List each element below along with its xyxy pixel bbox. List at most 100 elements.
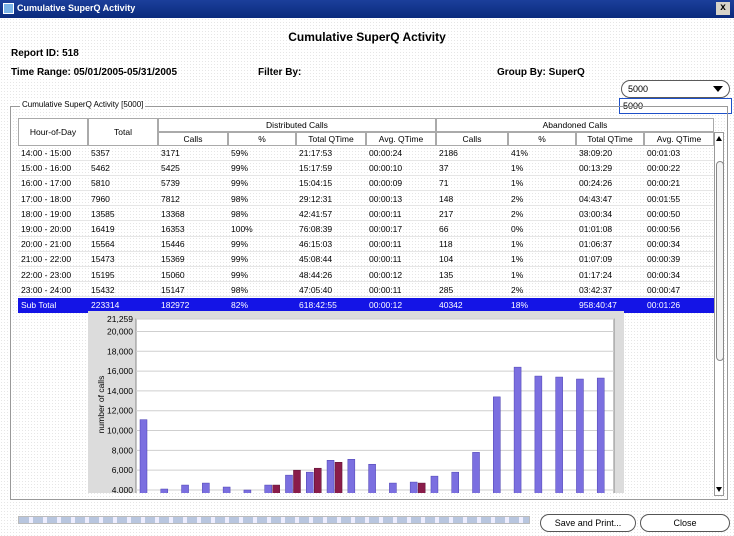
cell-dist-calls: 15369 bbox=[161, 254, 185, 265]
header-ab-pct[interactable]: % bbox=[508, 132, 576, 146]
cell-dist-calls: 3171 bbox=[161, 148, 180, 158]
cell-ab-avg-qtime: 00:01:03 bbox=[647, 148, 681, 158]
app-icon bbox=[3, 3, 14, 14]
bar-series-1 bbox=[513, 366, 522, 493]
title-bar[interactable]: Cumulative SuperQ Activity x bbox=[0, 0, 734, 18]
scroll-down-icon[interactable] bbox=[716, 487, 722, 492]
cell-ab-calls: 2186 bbox=[439, 148, 458, 158]
bar-series-1 bbox=[576, 378, 584, 493]
bar-series-1 bbox=[430, 475, 439, 493]
table-row[interactable]: 16:00 - 17:00 5810 5739 99% 15:04:15 00:00:09… bbox=[18, 176, 714, 191]
scroll-up-icon[interactable] bbox=[716, 136, 722, 141]
table-row[interactable]: 22:00 - 23:00 15195 15060 99% 48:44:26 00:00:… bbox=[18, 268, 714, 283]
header-dist-calls[interactable]: Calls bbox=[158, 132, 228, 146]
cell-ab-calls: 71 bbox=[439, 178, 449, 189]
filter-by: Filter By: bbox=[258, 67, 302, 78]
cell-ab-calls: 148 bbox=[439, 193, 454, 204]
cell-dist-total-qtime: 15:17:59 bbox=[299, 163, 333, 174]
cell-total: 16419 bbox=[91, 224, 115, 234]
cell-ab-pct: 0% bbox=[511, 224, 524, 234]
cell-dist-pct: 99% bbox=[231, 239, 249, 250]
table-row[interactable]: 23:00 - 24:00 15432 15147 98% 47:05:40 00:00:… bbox=[18, 283, 714, 298]
table-row[interactable]: 14:00 - 15:00 5357 3171 59% 21:17:53 00:00:24… bbox=[18, 146, 714, 161]
scroll-thumb[interactable] bbox=[716, 161, 724, 361]
cell-total: 15564 bbox=[91, 239, 115, 250]
table-row[interactable]: 15:00 - 16:00 5462 5425 99% 15:17:59 00:00:10… bbox=[18, 161, 714, 176]
cell-ab-pct: 2% bbox=[511, 284, 524, 295]
cell-ab-pct: 2% bbox=[511, 208, 524, 219]
close-button[interactable]: Close bbox=[640, 514, 730, 532]
y-tick-label: 12,000 bbox=[107, 406, 133, 416]
time-range: Time Range: 05/01/2005-05/31/2005 bbox=[11, 67, 178, 78]
cell-dist-pct: 99% bbox=[231, 269, 249, 280]
cell-ab-total-qtime: 01:06:37 bbox=[579, 239, 613, 250]
cell-ab-calls: 104 bbox=[439, 254, 454, 265]
bar-series-1 bbox=[451, 471, 459, 493]
cell-dist-pct: 98% bbox=[231, 208, 249, 219]
header-hour-of-day[interactable]: Hour-of-Day bbox=[18, 118, 88, 146]
cell-ab-avg-qtime: 00:00:34 bbox=[647, 269, 681, 280]
cell-total: 7960 bbox=[91, 193, 110, 204]
cell-hour: 14:00 - 15:00 bbox=[21, 148, 72, 158]
cell-dist-calls: 13368 bbox=[161, 208, 185, 219]
table-row[interactable]: 18:00 - 19:00 13585 13368 98% 42:41:57 00:00:… bbox=[18, 207, 714, 222]
table-row[interactable]: 17:00 - 18:00 7960 7812 98% 29:12:31 00:00:13… bbox=[18, 192, 714, 207]
bar-series-1 bbox=[555, 376, 563, 493]
cell-dist-total-qtime: 47:05:40 bbox=[299, 284, 333, 295]
cell-hour: Sub Total bbox=[21, 300, 57, 310]
cell-ab-total-qtime: 01:07:09 bbox=[579, 254, 613, 265]
bar-series-1 bbox=[472, 452, 480, 493]
cell-ab-avg-qtime: 00:00:22 bbox=[647, 163, 681, 174]
cell-dist-avg-qtime: 00:00:09 bbox=[369, 178, 403, 189]
table-row[interactable]: 21:00 - 22:00 15473 15369 99% 45:08:44 00:00:… bbox=[18, 252, 714, 267]
y-tick-label: 18,000 bbox=[107, 346, 133, 356]
header-abandoned-calls: Abandoned Calls bbox=[436, 118, 714, 132]
close-window-button[interactable]: x bbox=[716, 2, 730, 15]
cell-ab-pct: 1% bbox=[511, 254, 524, 265]
header-ab-total-qtime[interactable]: Total QTime bbox=[576, 132, 644, 146]
cell-dist-calls: 15060 bbox=[161, 269, 185, 280]
cell-dist-calls: 182972 bbox=[161, 300, 190, 310]
cell-ab-total-qtime: 00:24:26 bbox=[579, 178, 613, 189]
table-row[interactable]: 20:00 - 21:00 15564 15446 99% 46:15:03 00:00:… bbox=[18, 237, 714, 252]
cell-ab-total-qtime: 03:00:34 bbox=[579, 208, 613, 219]
cell-dist-calls: 7812 bbox=[161, 193, 180, 204]
cell-hour: 20:00 - 21:00 bbox=[21, 239, 72, 250]
table-row[interactable]: 19:00 - 20:00 16419 16353 100% 76:08:39 00:00… bbox=[18, 222, 714, 237]
cell-ab-total-qtime: 01:17:24 bbox=[579, 269, 613, 280]
header-dist-total-qtime[interactable]: Total QTime bbox=[296, 132, 366, 146]
bar-series-2 bbox=[272, 484, 280, 493]
bar-series-2 bbox=[314, 467, 322, 493]
bar-series-1 bbox=[264, 484, 272, 493]
cell-ab-avg-qtime: 00:00:34 bbox=[647, 239, 681, 250]
cell-dist-avg-qtime: 00:00:13 bbox=[369, 193, 403, 204]
cell-ab-pct: 1% bbox=[511, 239, 524, 250]
cell-ab-avg-qtime: 00:00:39 bbox=[647, 254, 681, 265]
cell-ab-calls: 217 bbox=[439, 208, 454, 219]
y-tick-label: 6,000 bbox=[112, 465, 134, 475]
cell-dist-pct: 59% bbox=[231, 148, 249, 158]
cell-dist-total-qtime: 15:04:15 bbox=[299, 178, 333, 189]
bar-series-1 bbox=[347, 459, 356, 493]
y-tick-label: 16,000 bbox=[107, 366, 133, 376]
cell-dist-avg-qtime: 00:00:17 bbox=[369, 224, 403, 234]
header-total[interactable]: Total bbox=[88, 118, 158, 146]
bar-series-1 bbox=[306, 471, 314, 493]
save-and-print-button[interactable]: Save and Print... bbox=[540, 514, 636, 532]
cell-dist-avg-qtime: 00:00:11 bbox=[369, 284, 402, 295]
header-ab-avg-qtime[interactable]: Avg. QTime bbox=[644, 132, 714, 146]
bar-series-2 bbox=[417, 482, 426, 493]
cell-ab-avg-qtime: 00:01:26 bbox=[647, 300, 681, 310]
vertical-scrollbar[interactable] bbox=[714, 132, 724, 496]
cell-ab-pct: 1% bbox=[511, 163, 524, 174]
chevron-down-icon[interactable] bbox=[713, 86, 723, 92]
bar-series-1 bbox=[389, 482, 397, 493]
superq-dropdown[interactable]: 5000 bbox=[621, 80, 730, 98]
y-tick-label: 10,000 bbox=[107, 426, 133, 436]
header-ab-calls[interactable]: Calls bbox=[436, 132, 508, 146]
header-dist-avg-qtime[interactable]: Avg. QTime bbox=[366, 132, 436, 146]
header-dist-pct[interactable]: % bbox=[228, 132, 296, 146]
bar-series-1 bbox=[596, 377, 605, 493]
cell-hour: 15:00 - 16:00 bbox=[21, 163, 72, 174]
cell-dist-total-qtime: 42:41:57 bbox=[299, 208, 333, 219]
